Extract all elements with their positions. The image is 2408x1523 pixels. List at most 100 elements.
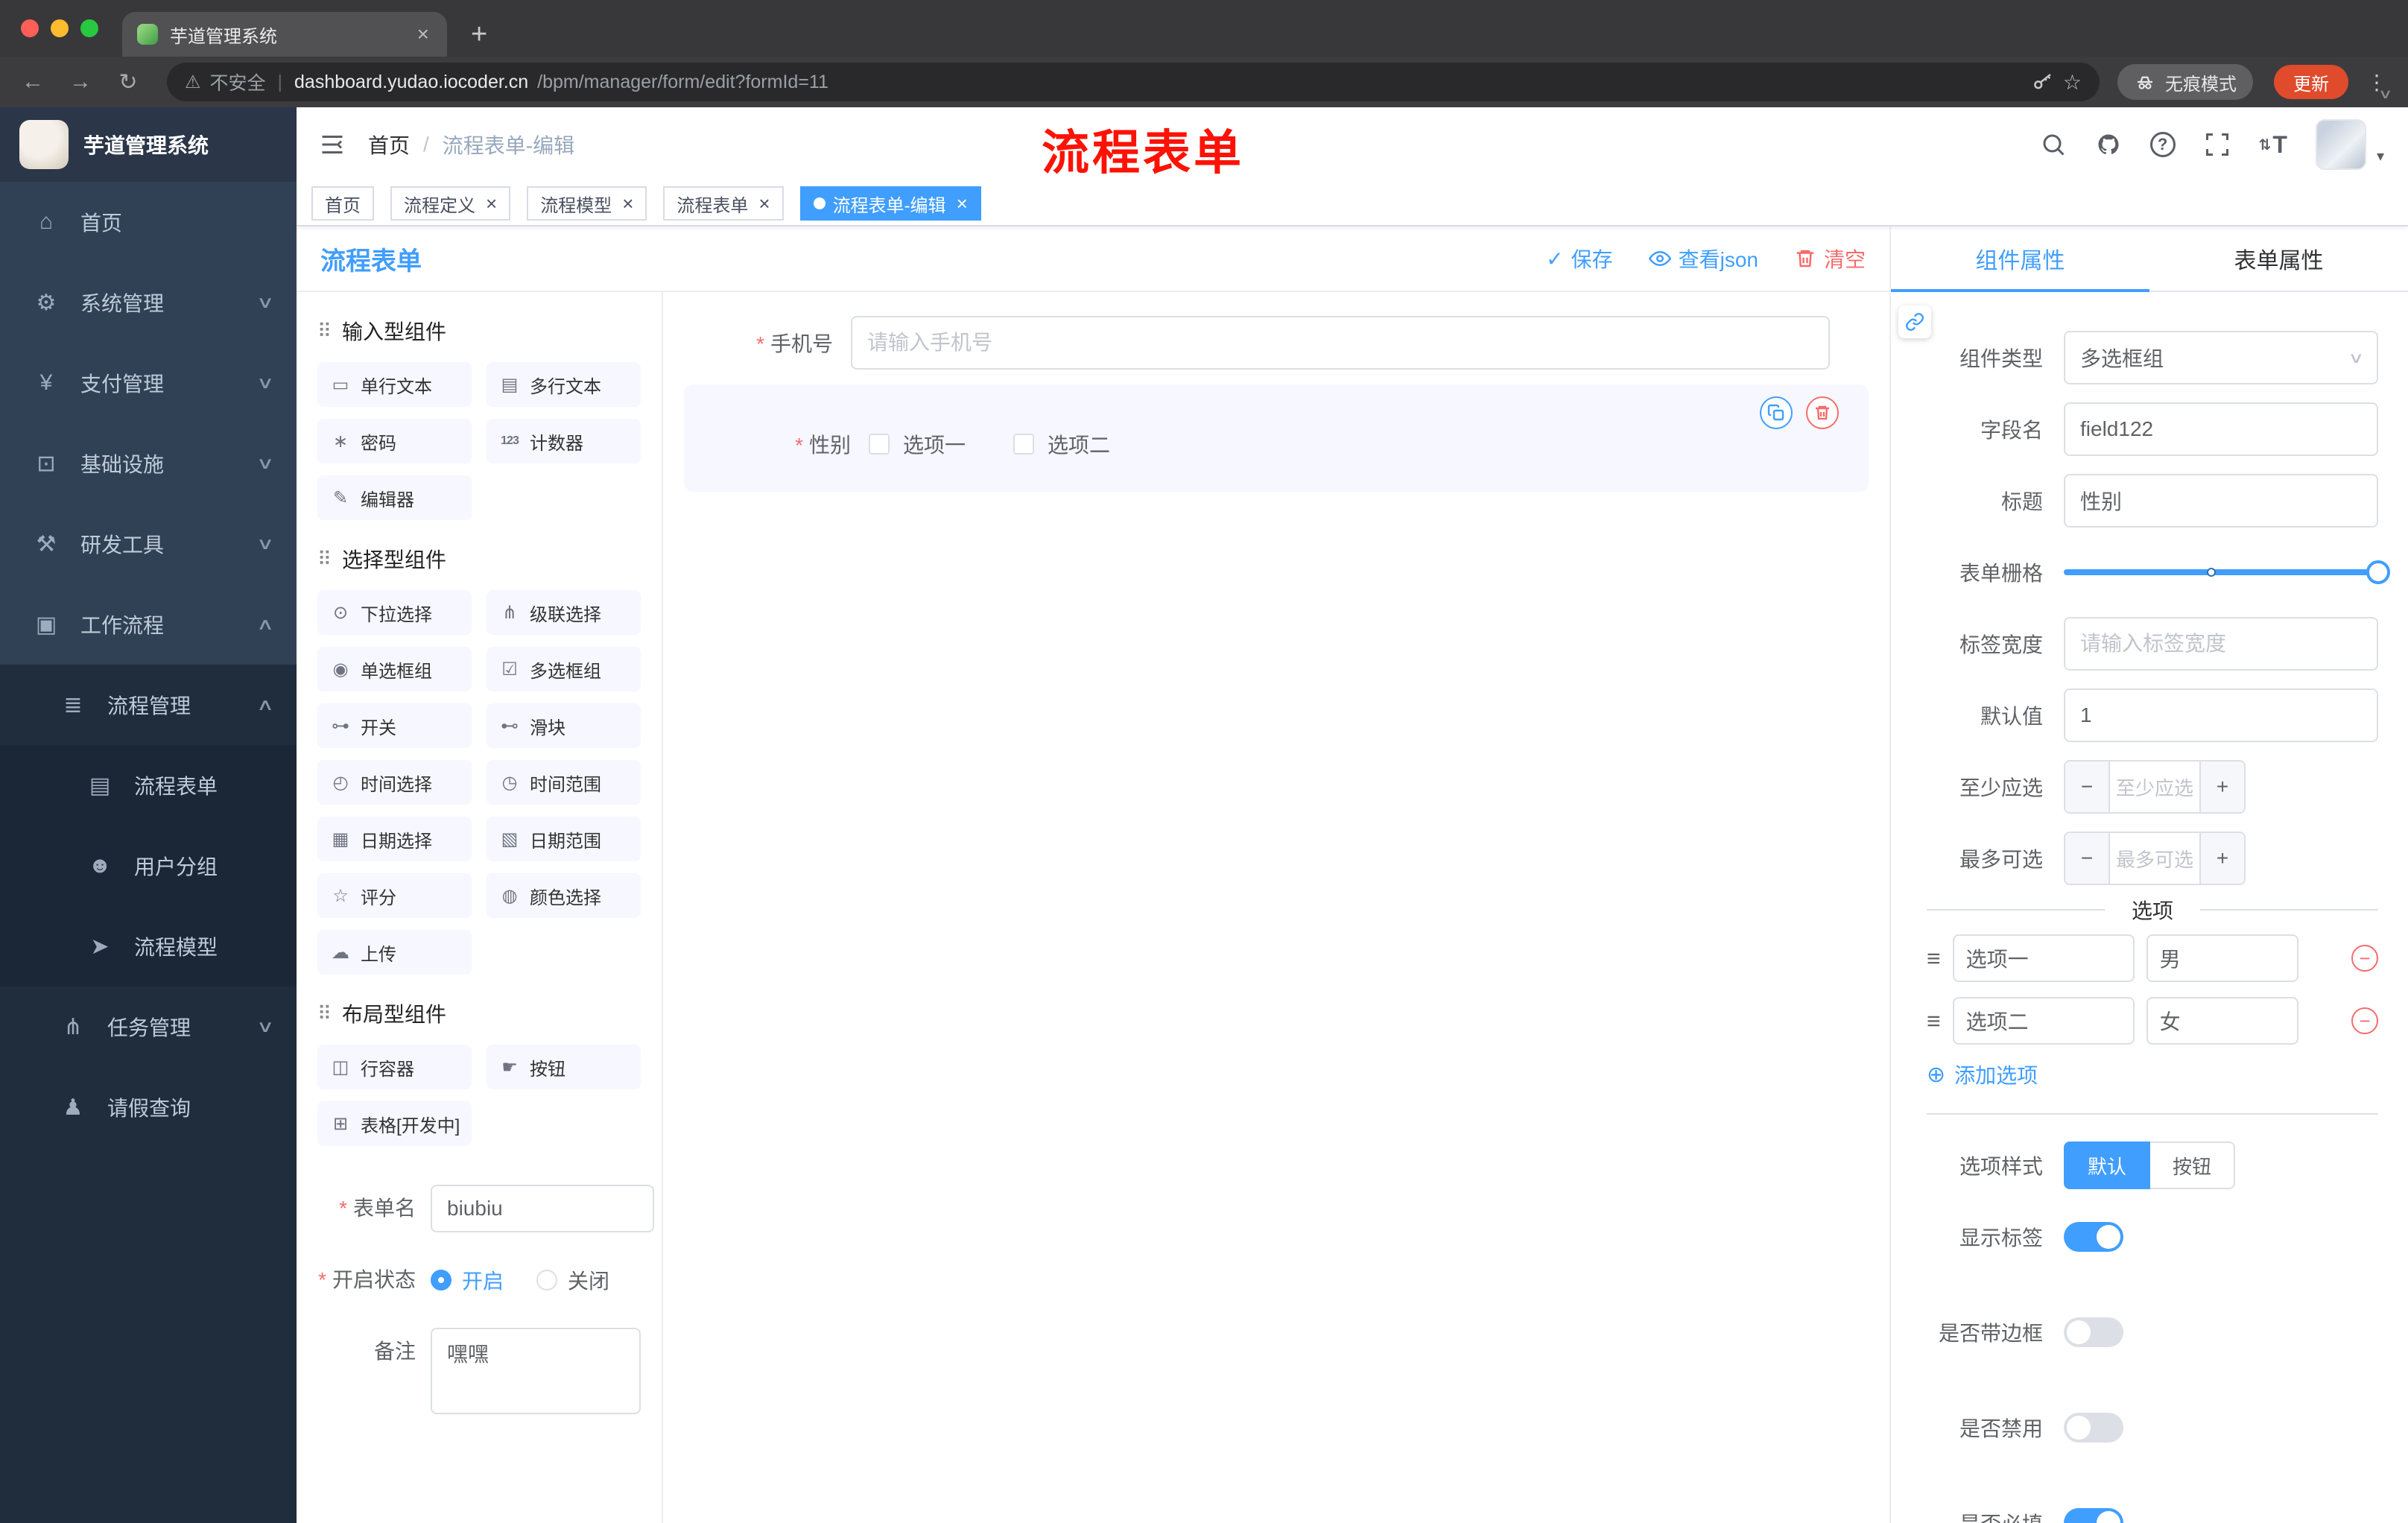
font-size-icon[interactable]: ⇅ T [2259,131,2287,159]
palette-item-cascader[interactable]: ⋔ 级联选择 [487,590,641,635]
close-window-button[interactable] [21,19,39,37]
tag-process-form-edit[interactable]: 流程表单-编辑 × [799,186,981,221]
grid-slider[interactable] [2064,545,2390,599]
tag-process-definition[interactable]: 流程定义 × [390,186,511,221]
github-icon[interactable] [2095,131,2122,158]
back-icon[interactable]: ← [12,69,54,95]
status-on-radio[interactable]: 开启 [431,1265,504,1295]
palette-item-time-range[interactable]: ◷ 时间范围 [487,760,641,805]
palette-item-switch[interactable]: ⊶ 开关 [317,703,472,748]
tab-component-props[interactable]: 组件属性 [1891,227,2149,292]
style-default-button[interactable]: 默认 [2064,1142,2151,1189]
palette-item-radio-group[interactable]: ◉ 单选框组 [317,647,472,691]
palette-item-date-range[interactable]: ▧ 日期范围 [487,817,641,861]
tag-process-model[interactable]: 流程模型 × [527,186,647,221]
sidebar-item-process-model[interactable]: ➤ 流程模型 [0,906,297,987]
close-icon[interactable]: × [957,192,968,215]
option-label-input[interactable] [1952,934,2135,982]
update-button[interactable]: 更新 [2274,65,2348,99]
sidebar-item-devtools[interactable]: ⚒ 研发工具 ∨ [0,504,297,584]
palette-item-upload[interactable]: ☁ 上传 [317,930,472,975]
delete-button[interactable] [1806,396,1839,429]
palette-item-time-picker[interactable]: ◴ 时间选择 [317,760,472,805]
drag-handle-icon[interactable]: ≡ [1927,945,1941,972]
decrease-button[interactable]: − [2065,833,2110,884]
increase-button[interactable]: + [2199,833,2244,884]
palette-item-date-picker[interactable]: ▦ 日期选择 [317,817,472,861]
fullscreen-icon[interactable] [2204,131,2231,158]
bookmark-star-icon[interactable]: ☆ [2063,70,2082,95]
password-key-icon[interactable] [2032,71,2054,93]
status-off-radio[interactable]: 关闭 [536,1265,609,1295]
option-value-input[interactable] [2146,997,2298,1045]
show-label-switch[interactable] [2064,1222,2123,1252]
form-name-input[interactable] [431,1185,654,1232]
browser-tab[interactable]: 芋道管理系统 × [122,12,447,57]
slider-handle[interactable] [2366,560,2390,584]
palette-item-slider[interactable]: ⊷ 滑块 [487,703,641,748]
label-width-input[interactable] [2064,617,2378,671]
maximize-window-button[interactable] [80,19,98,37]
sidebar-item-user-group[interactable]: ☻ 用户分组 [0,826,297,906]
breadcrumb-home[interactable]: 首页 [368,130,410,159]
sidebar-item-process-form[interactable]: ▤ 流程表单 [0,745,297,826]
palette-item-password[interactable]: ∗ 密码 [317,419,472,463]
palette-item-rate[interactable]: ☆ 评分 [317,873,472,918]
palette-item-editor[interactable]: ✎ 编辑器 [317,475,472,520]
phone-input[interactable] [851,316,1830,370]
gender-option-2-checkbox[interactable]: 选项二 [1013,429,1110,459]
sidebar-item-payment[interactable]: ¥ 支付管理 ∨ [0,343,297,423]
save-button[interactable]: ✓ 保存 [1546,244,1612,273]
address-bar[interactable]: ⚠ 不安全 | dashboard.yudao.iocoder.cn /bpm/… [167,63,2100,101]
add-option-button[interactable]: ⊕ 添加选项 [1927,1060,2378,1089]
sidebar-item-leave-query[interactable]: ♟ 请假查询 [0,1067,297,1147]
palette-item-text-field[interactable]: ▭ 单行文本 [317,362,472,407]
minimize-window-button[interactable] [51,19,69,37]
close-icon[interactable]: × [622,192,633,215]
link-icon[interactable] [1898,305,1931,338]
remove-option-icon[interactable]: − [2351,1007,2378,1034]
palette-item-row-container[interactable]: ◫ 行容器 [317,1045,472,1089]
reload-icon[interactable]: ↻ [107,69,149,95]
close-icon[interactable]: × [486,192,497,215]
disabled-switch[interactable] [2064,1413,2123,1443]
palette-item-checkbox-group[interactable]: ☑ 多选框组 [487,647,641,691]
decrease-button[interactable]: − [2065,762,2110,812]
drag-handle-icon[interactable]: ≡ [1927,1007,1941,1035]
component-type-select[interactable]: 多选框组 ∨ [2064,331,2378,384]
palette-item-textarea[interactable]: ▤ 多行文本 [487,362,641,407]
sidebar-item-home[interactable]: ⌂ 首页 [0,182,297,262]
min-count-value[interactable]: 至少应选 [2110,762,2199,812]
field-name-input[interactable] [2064,402,2378,456]
help-icon[interactable]: ? [2149,132,2176,157]
option-value-input[interactable] [2146,934,2298,982]
forward-icon[interactable]: → [60,69,101,95]
view-json-button[interactable]: 查看json [1648,244,1758,273]
sidebar-toggle-icon[interactable] [297,131,368,158]
sidebar-item-task-management[interactable]: ⋔ 任务管理 ∨ [0,987,297,1067]
avatar-caret-icon[interactable]: ▾ [2377,147,2384,170]
title-input[interactable] [2064,474,2378,528]
style-button-button[interactable]: 按钮 [2150,1142,2236,1189]
clear-button[interactable]: 清空 [1794,244,1866,273]
copy-button[interactable] [1760,396,1793,429]
logo[interactable]: 芋道管理系统 [0,107,297,182]
form-canvas[interactable]: 手机号 [663,292,1889,1523]
tab-close-icon[interactable]: × [414,22,432,46]
option-label-input[interactable] [1952,997,2135,1045]
palette-item-button[interactable]: ☛ 按钮 [487,1045,641,1089]
default-value-input[interactable] [2064,688,2378,742]
required-switch[interactable] [2064,1508,2123,1523]
new-tab-button[interactable]: + [471,19,487,51]
sidebar-item-process-management[interactable]: ≣ 流程管理 ∧ [0,665,297,745]
palette-item-counter[interactable]: 123 计数器 [487,419,641,463]
palette-item-table[interactable]: ⊞ 表格[开发中] [317,1101,472,1146]
tag-process-form[interactable]: 流程表单 × [663,186,784,221]
tab-form-props[interactable]: 表单属性 [2149,227,2408,291]
search-icon[interactable] [2040,131,2067,158]
avatar[interactable] [2315,119,2366,170]
tag-home[interactable]: 首页 [311,186,374,221]
chevron-down-icon[interactable]: ∨ [2378,86,2393,102]
palette-item-select[interactable]: ⊙ 下拉选择 [317,590,472,635]
sidebar-item-infrastructure[interactable]: ⊡ 基础设施 ∨ [0,423,297,504]
